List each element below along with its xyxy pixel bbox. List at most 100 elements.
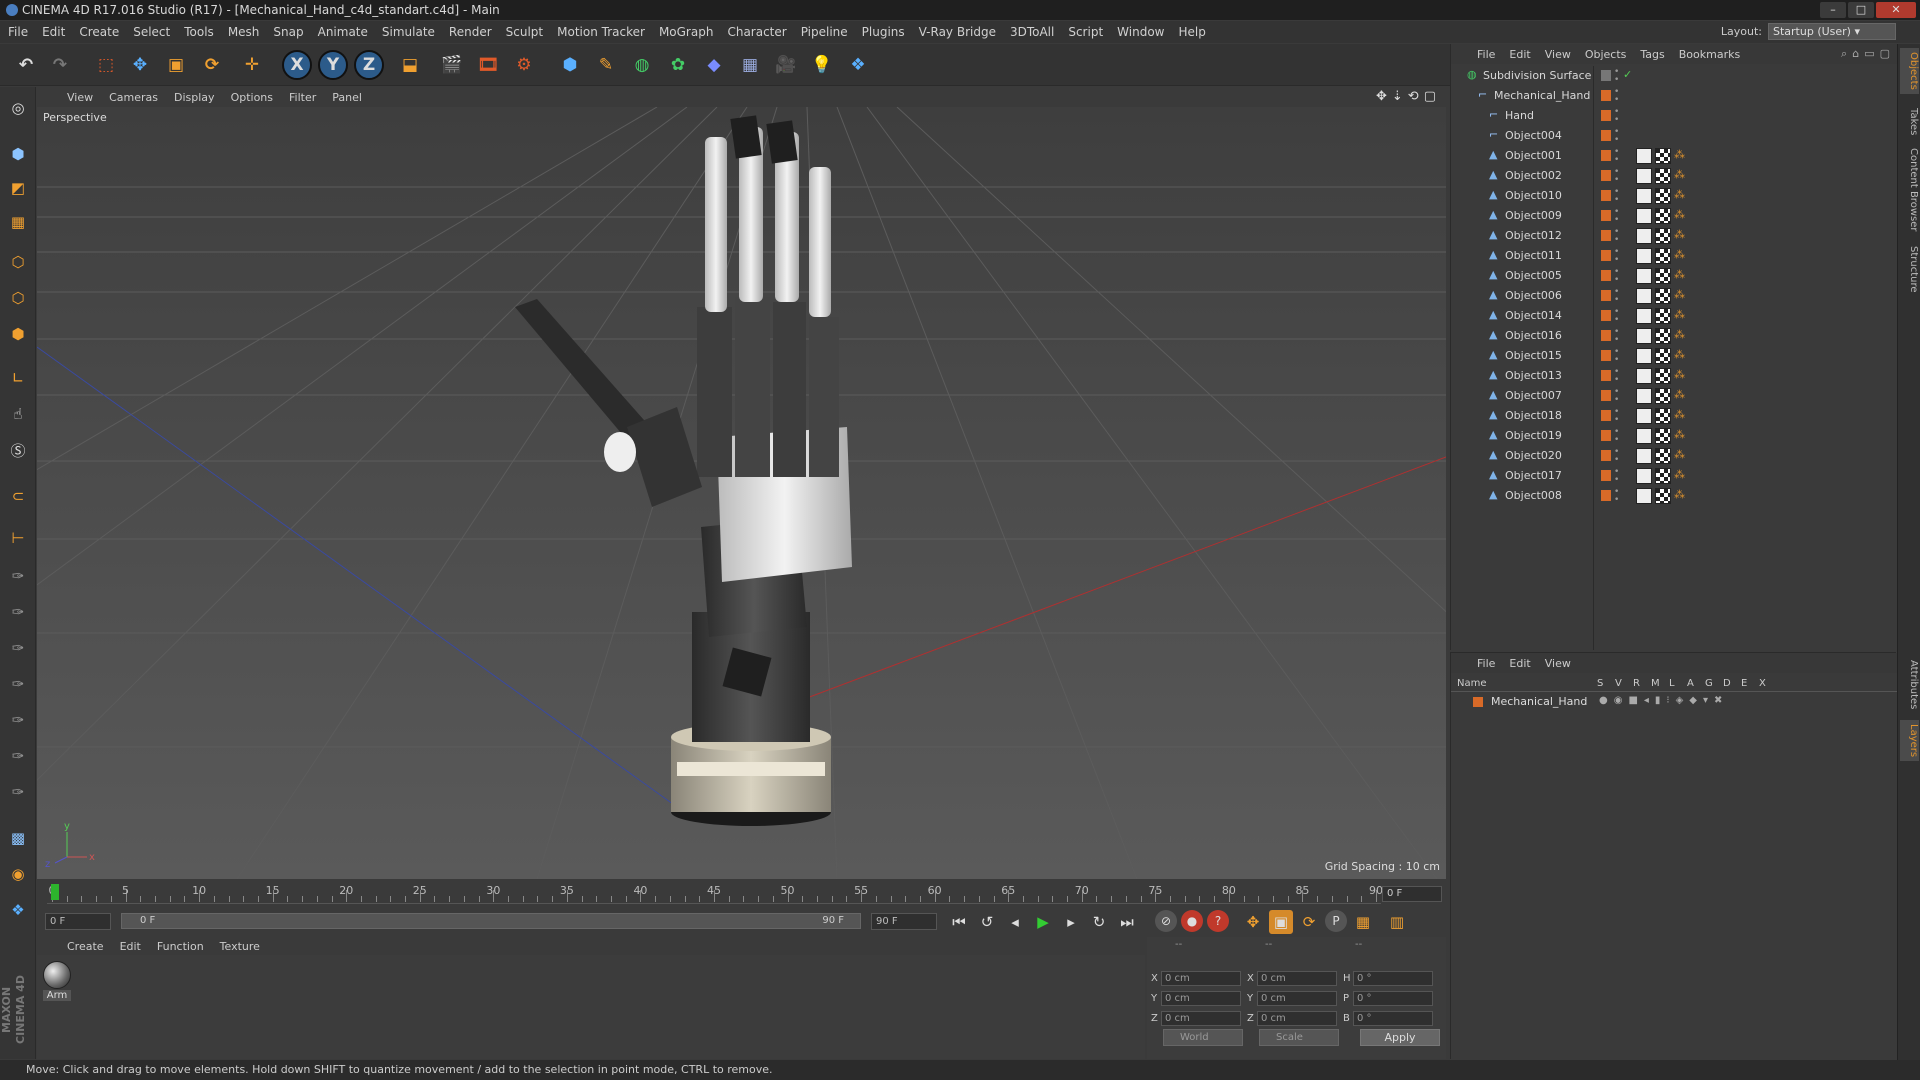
material-tag-icon[interactable] [1655, 328, 1671, 344]
object-row[interactable]: ⌐ Mechanical_Hand • • [1451, 86, 1897, 106]
go-to-end-icon[interactable]: ⏭ [1115, 910, 1139, 934]
object-row[interactable]: ▲ Object006 • • ⁂ [1451, 286, 1897, 306]
layer-color-indicator[interactable] [1601, 330, 1611, 341]
object-row[interactable]: ▲ Object012 • • ⁂ [1451, 226, 1897, 246]
phong-tag-icon[interactable] [1636, 228, 1652, 244]
material-menu-texture[interactable]: Texture [220, 940, 260, 953]
material-tag-icon[interactable] [1655, 248, 1671, 264]
size-y-field[interactable]: 0 cm [1257, 991, 1337, 1006]
move-tool-icon[interactable]: ✥ [124, 49, 156, 81]
object-row[interactable]: ▲ Object015 • • ⁂ [1451, 346, 1897, 366]
next-frame-icon[interactable]: ▸ [1059, 910, 1083, 934]
material-tag-icon[interactable] [1655, 228, 1671, 244]
menu-mograph[interactable]: MoGraph [659, 25, 714, 39]
layer-color-indicator[interactable] [1601, 410, 1611, 421]
layer-color-indicator[interactable] [1601, 310, 1611, 321]
texture-tag-icon[interactable]: ⁂ [1674, 408, 1690, 424]
layer-color-indicator[interactable] [1601, 270, 1611, 281]
layer-toggle-icons[interactable]: ●◉■◂▮⁝◈◆▾✖ [1599, 695, 1728, 706]
menu-vray-bridge[interactable]: V-Ray Bridge [919, 25, 996, 39]
tab-structure[interactable]: Structure [1900, 242, 1919, 297]
selection-tool-icon[interactable]: ⬚ [90, 49, 122, 81]
visibility-dots-icon[interactable]: • • [1614, 348, 1619, 365]
material-tag-icon[interactable] [1655, 208, 1671, 224]
menu-edit[interactable]: Edit [42, 25, 65, 39]
previous-frame-icon[interactable]: ◂ [1003, 910, 1027, 934]
object-row[interactable]: ▲ Object019 • • ⁂ [1451, 426, 1897, 446]
viewport-menu-panel[interactable]: Panel [332, 91, 362, 104]
motion-record-icon[interactable]: ⊘ [1155, 910, 1177, 932]
viewport-menu-display[interactable]: Display [174, 91, 215, 104]
visibility-dots-icon[interactable]: • • [1614, 228, 1619, 245]
object-row[interactable]: ⌐ Object004 • • [1451, 126, 1897, 146]
phong-tag-icon[interactable] [1636, 468, 1652, 484]
object-menu-view[interactable]: View [1545, 48, 1571, 61]
menu-animate[interactable]: Animate [318, 25, 368, 39]
render-view-icon[interactable]: 🎬 [436, 49, 468, 81]
menu-script[interactable]: Script [1068, 25, 1103, 39]
object-row[interactable]: ▲ Object002 • • ⁂ [1451, 166, 1897, 186]
material-tag-icon[interactable] [1655, 348, 1671, 364]
object-row[interactable]: ▲ Object007 • • ⁂ [1451, 386, 1897, 406]
phong-tag-icon[interactable] [1636, 248, 1652, 264]
maximize-button[interactable]: □ [1848, 2, 1874, 18]
sculpt-grab-icon[interactable]: ✑ [3, 561, 33, 591]
tab-attributes[interactable]: Attributes [1900, 656, 1919, 713]
maximize-panel-icon[interactable]: ▢ [1880, 47, 1890, 61]
tab-content-browser[interactable]: Content Browser [1900, 144, 1919, 235]
next-key-icon[interactable]: ↻ [1087, 910, 1111, 934]
layer-color-indicator[interactable] [1601, 390, 1611, 401]
phong-tag-icon[interactable] [1636, 208, 1652, 224]
visibility-dots-icon[interactable]: • • [1614, 468, 1619, 485]
timeline-ruler[interactable]: 051015202530354045505560657075808590 [47, 884, 1383, 904]
tweak-mode-icon[interactable]: ☝ [3, 399, 33, 429]
material-tag-icon[interactable] [1655, 408, 1671, 424]
layer-color-indicator[interactable] [1601, 210, 1611, 221]
object-menu-edit[interactable]: Edit [1509, 48, 1530, 61]
snapping-icon[interactable]: Ⓢ [3, 435, 33, 465]
visibility-dots-icon[interactable]: • • [1614, 328, 1619, 345]
layer-color-indicator[interactable] [1601, 190, 1611, 201]
menu-mesh[interactable]: Mesh [228, 25, 260, 39]
phong-tag-icon[interactable] [1636, 288, 1652, 304]
viewport-menu-filter[interactable]: Filter [289, 91, 316, 104]
phong-tag-icon[interactable] [1636, 328, 1652, 344]
rotate-tool-icon[interactable]: ⟳ [196, 49, 228, 81]
new-window-icon[interactable]: ▭ [1864, 47, 1874, 61]
menu-window[interactable]: Window [1117, 25, 1164, 39]
position-x-field[interactable]: 0 cm [1161, 971, 1241, 986]
menu-sculpt[interactable]: Sculpt [506, 25, 543, 39]
visibility-dots-icon[interactable]: • • [1614, 88, 1619, 105]
texture-tag-icon[interactable]: ⁂ [1674, 288, 1690, 304]
cube-primitive-icon[interactable]: ⬢ [554, 49, 586, 81]
go-to-start-icon[interactable]: ⏮ [947, 910, 971, 934]
play-icon[interactable]: ▶ [1031, 910, 1055, 934]
material-tag-icon[interactable] [1655, 188, 1671, 204]
make-editable-icon[interactable]: ◎ [3, 93, 33, 123]
menu-select[interactable]: Select [133, 25, 170, 39]
key-scale-icon[interactable]: ▣ [1269, 910, 1293, 934]
object-menu-bookmarks[interactable]: Bookmarks [1679, 48, 1740, 61]
texture-tag-icon[interactable]: ⁂ [1674, 188, 1690, 204]
object-row[interactable]: ▲ Object018 • • ⁂ [1451, 406, 1897, 426]
tab-takes[interactable]: Takes [1900, 104, 1919, 139]
object-row[interactable]: ▲ Object005 • • ⁂ [1451, 266, 1897, 286]
timeline-window-icon[interactable]: ▥ [1385, 910, 1409, 934]
layer-menu-view[interactable]: View [1545, 657, 1571, 670]
visibility-dots-icon[interactable]: • • [1614, 68, 1619, 85]
object-row[interactable]: ▲ Object013 • • ⁂ [1451, 366, 1897, 386]
layer-color-indicator[interactable] [1601, 290, 1611, 301]
texture-tag-icon[interactable]: ⁂ [1674, 268, 1690, 284]
workplane-icon[interactable]: ⊢ [3, 523, 33, 553]
material-tag-icon[interactable] [1655, 448, 1671, 464]
texture-tag-icon[interactable]: ⁂ [1674, 368, 1690, 384]
visibility-dots-icon[interactable]: • • [1614, 168, 1619, 185]
key-rotation-icon[interactable]: ⟳ [1297, 910, 1321, 934]
layer-color-indicator[interactable] [1601, 130, 1611, 141]
material-swatch[interactable]: Arm [43, 961, 71, 1001]
layer-color-indicator[interactable] [1601, 170, 1611, 181]
material-tag-icon[interactable] [1655, 428, 1671, 444]
current-frame-field[interactable]: 0 F [1382, 886, 1442, 902]
layer-menu-file[interactable]: File [1477, 657, 1495, 670]
material-tag-icon[interactable] [1655, 488, 1671, 504]
